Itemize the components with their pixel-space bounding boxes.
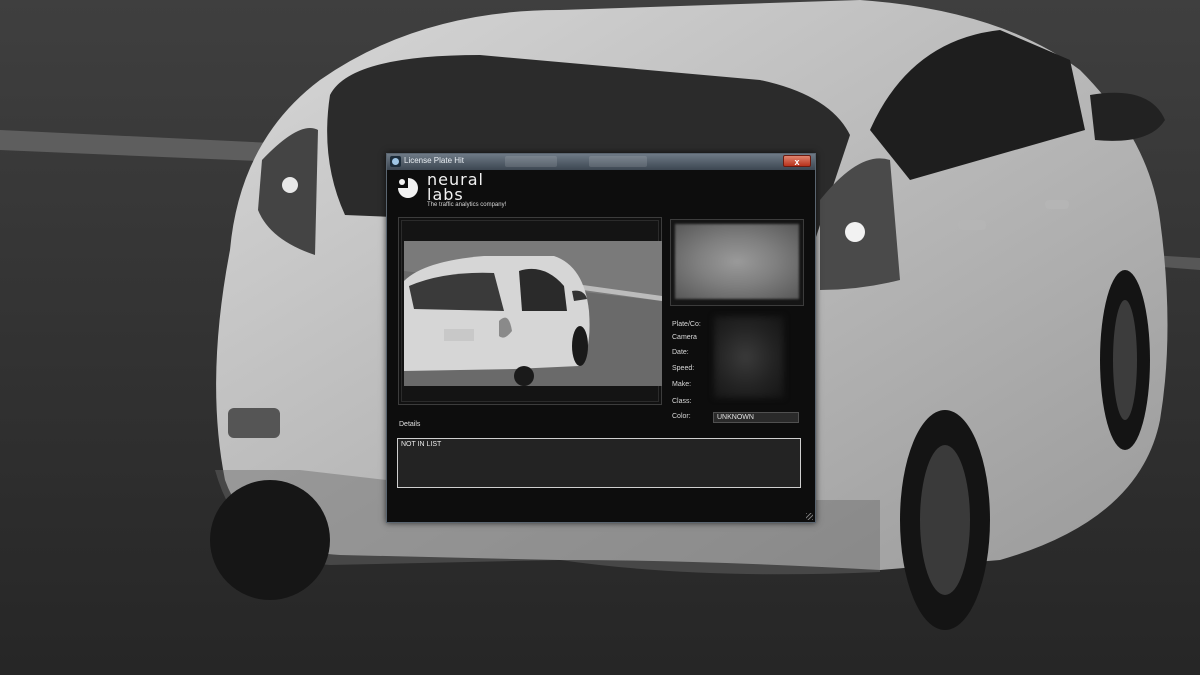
plate-info-panel: Plate/Co: Camera Date: Speed: Make: Clas… (670, 314, 804, 423)
captured-vehicle-image (404, 241, 662, 386)
titlebar-glass-reflection (589, 156, 647, 167)
color-label: Color: (672, 413, 691, 420)
plate-country-label: Plate/Co: (672, 321, 701, 328)
capture-image-frame (401, 220, 662, 402)
make-label: Make: (672, 381, 692, 388)
camera-label: Camera (672, 334, 697, 341)
logo-tagline: The traffic analytics company! (427, 202, 507, 208)
details-label: Details (399, 421, 421, 428)
window-title: License Plate Hit (404, 156, 465, 165)
redacted-values (714, 316, 784, 398)
window-titlebar[interactable]: License Plate Hit x (387, 154, 815, 170)
logo-wordmark: neural labs (427, 170, 484, 204)
camera-app-icon (390, 156, 401, 167)
close-icon: x (794, 157, 800, 167)
speed-label: Speed: (672, 365, 695, 372)
details-textbox[interactable]: NOT IN LIST (397, 438, 801, 488)
close-button[interactable]: x (783, 155, 811, 167)
capture-image-panel (398, 217, 662, 405)
resize-grip-icon[interactable] (806, 513, 813, 520)
color-value-field: UNKNOWN (713, 412, 799, 423)
license-plate-crop-image (675, 224, 799, 299)
class-label: Class: (672, 398, 692, 405)
neural-labs-logo: neural labs (397, 170, 537, 214)
plate-crop-panel (670, 219, 804, 306)
titlebar-glass-reflection (505, 156, 557, 167)
date-label: Date: (672, 349, 689, 356)
logo-mark-icon (398, 178, 418, 198)
license-plate-hit-window: License Plate Hit x neural labs The traf… (386, 153, 816, 523)
